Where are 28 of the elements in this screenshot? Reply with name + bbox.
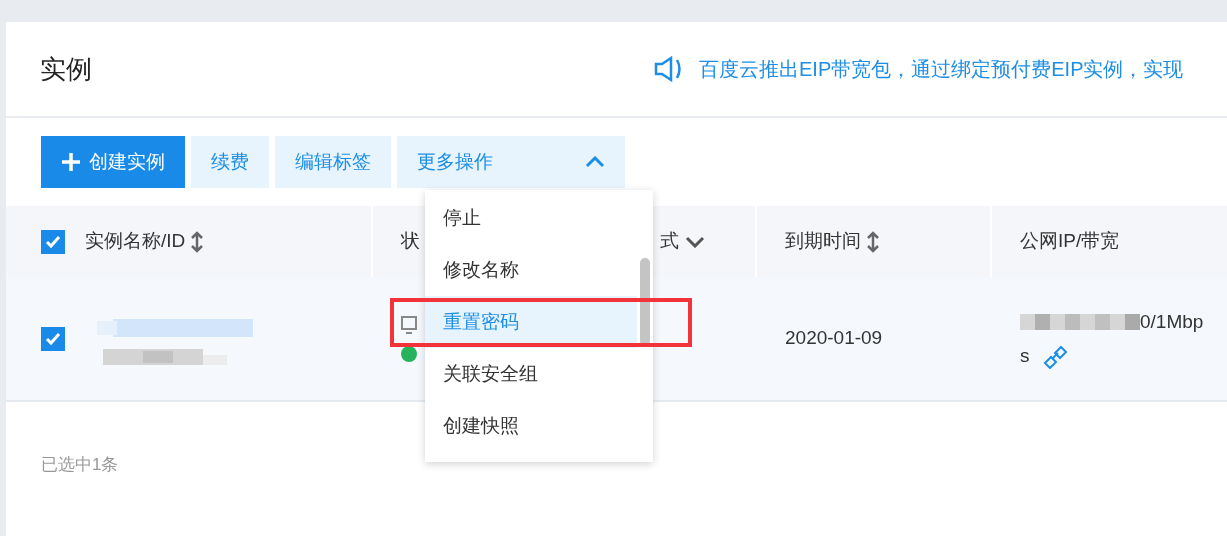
column-header: 公网IP/带宽 <box>1020 229 1120 254</box>
scrollbar[interactable] <box>640 258 650 346</box>
toolbar-button[interactable]: 编辑标签 <box>275 136 391 188</box>
column-header: 式 <box>660 229 679 254</box>
column-header: 实例名称/ID <box>85 229 186 254</box>
toolbar-button[interactable]: 续费 <box>191 136 269 188</box>
plus-icon <box>61 152 81 172</box>
create-button[interactable]: 创建实例 <box>41 136 185 188</box>
menu-item[interactable]: 创建快照 <box>425 400 637 452</box>
sort-icon[interactable] <box>867 230 879 253</box>
column-header: 到期时间 <box>785 229 861 254</box>
column-header: 状 <box>401 229 420 254</box>
chevron-down-icon[interactable] <box>685 235 705 248</box>
checkbox[interactable] <box>41 326 65 351</box>
checkbox[interactable] <box>41 229 65 254</box>
more-actions-button[interactable]: 更多操作 <box>397 136 625 188</box>
notice-text: 百度云推出EIP带宽包，通过绑定预付费EIP实例，实现 <box>699 57 1184 82</box>
chevron-up-icon <box>585 156 605 168</box>
monitor-icon <box>401 315 417 334</box>
page-title: 实例 <box>40 52 92 86</box>
selection-summary: 已选中1条 <box>40 454 120 476</box>
bandwidth-text: s <box>1020 343 1030 368</box>
menu-item[interactable]: 关联安全组 <box>425 348 637 400</box>
table-cell-text: 2020-01-09 <box>785 326 883 351</box>
menu-item[interactable]: 修改名称 <box>425 244 637 296</box>
bandwidth-text: 0/1Mbp <box>1140 309 1204 334</box>
menu-item[interactable]: 停止 <box>425 192 637 244</box>
sort-icon[interactable] <box>191 230 204 253</box>
